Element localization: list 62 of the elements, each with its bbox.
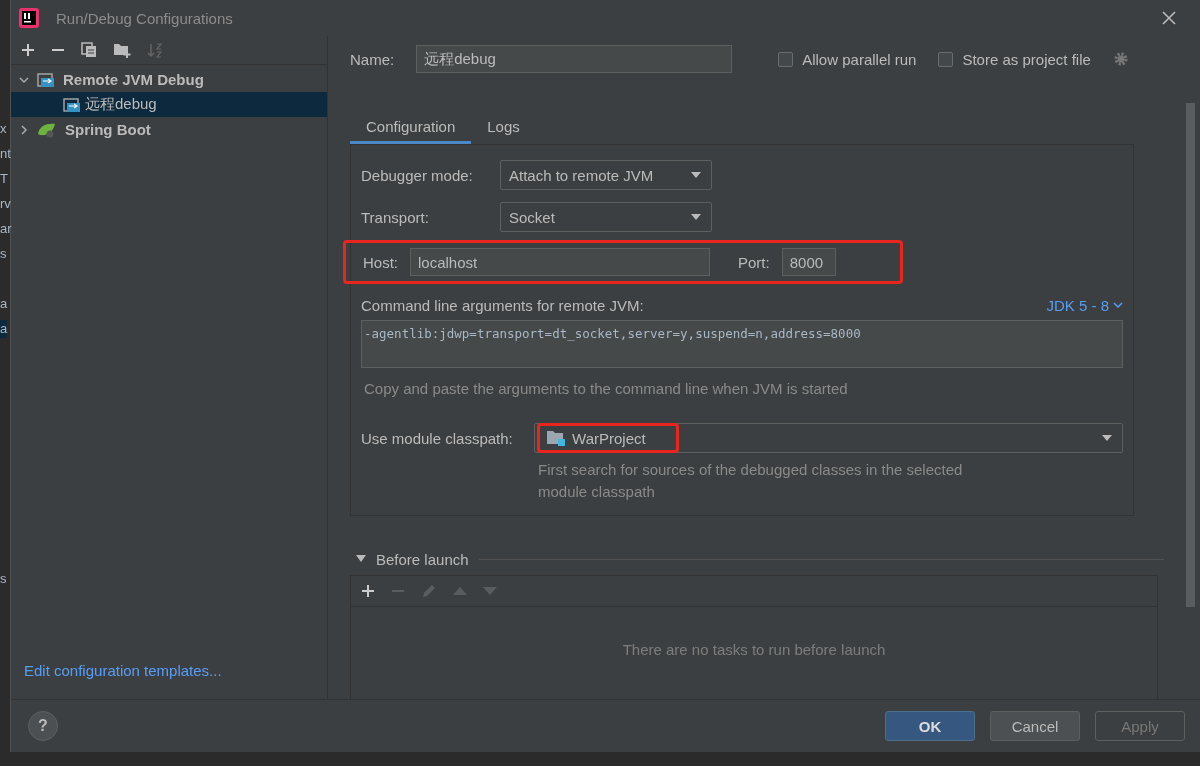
port-field[interactable]: 8000 [781, 248, 836, 276]
editor-text: rv [0, 195, 11, 213]
add-icon[interactable] [21, 43, 35, 57]
debugger-mode-label: Debugger mode: [361, 166, 474, 184]
transport-dropdown[interactable]: Socket [500, 202, 712, 232]
help-button[interactable]: ? [28, 711, 58, 741]
module-classpath-dropdown[interactable]: WarProject [534, 423, 1123, 453]
add-icon[interactable] [361, 584, 375, 598]
checkbox-label: Allow parallel run [802, 50, 917, 68]
before-launch-title: Before launch [376, 550, 469, 568]
dropdown-arrow-icon [691, 172, 701, 178]
editor-text: T [0, 170, 8, 188]
editor-text: s [0, 570, 7, 588]
editor-text: nt [0, 145, 11, 163]
tree-item[interactable]: 远程debug [11, 92, 327, 117]
close-icon[interactable] [1162, 11, 1176, 25]
leaf-icon [37, 121, 57, 138]
name-field[interactable]: 远程debug [416, 45, 733, 73]
checkbox[interactable] [778, 51, 794, 67]
transport-label: Transport: [361, 208, 430, 226]
module-classpath-label: Use module classpath: [361, 429, 514, 447]
editor-text: x [0, 120, 7, 138]
window-title: Run/Debug Configurations [56, 9, 234, 27]
copy-icon[interactable] [81, 42, 97, 58]
dropdown-arrow-icon [1102, 435, 1112, 441]
tree-item[interactable]: Spring Boot [11, 117, 327, 142]
gear-icon[interactable] [1112, 51, 1129, 67]
command-line-label: Command line arguments for remote JVM: [361, 296, 644, 314]
command-line-hint: Copy and paste the arguments to the command line when JVM is started [364, 380, 849, 397]
module-name: WarProject [572, 429, 646, 447]
tree-item[interactable]: Remote JVM Debug [11, 67, 327, 92]
remote-debug-icon [63, 96, 81, 113]
editor-text: a [0, 320, 8, 338]
collapse-triangle-icon[interactable] [356, 555, 366, 563]
editor-text: ar [0, 220, 12, 238]
debugger-mode-dropdown[interactable]: Attach to remote JVM [500, 160, 712, 190]
host-field[interactable]: localhost [410, 248, 710, 276]
tab[interactable]: Configuration [350, 111, 472, 144]
name-label: Name: [350, 50, 395, 68]
checkbox-label: Store as project file [962, 50, 1091, 68]
checkbox[interactable] [938, 51, 954, 67]
remote-debug-icon [37, 71, 55, 88]
edit-templates-link[interactable]: Edit configuration templates... [11, 662, 327, 699]
dialog-button[interactable]: Cancel [990, 711, 1080, 741]
dropdown-arrow-icon [691, 214, 701, 220]
chevron-icon[interactable] [19, 74, 29, 85]
jdk-version-dropdown[interactable]: JDK 5 - 8 [1046, 296, 1123, 314]
module-classpath-hint: First search for sources of the debugged classes in the selected module classpath [538, 460, 964, 502]
host-label: Host: [363, 253, 398, 271]
port-label: Port: [738, 253, 770, 271]
tab[interactable]: Logs [471, 111, 536, 144]
scrollbar[interactable] [1186, 103, 1195, 607]
editor-text: s [0, 245, 7, 263]
editor-text: a [0, 295, 8, 313]
command-line-field[interactable]: -agentlib:jdwp=transport=dt_socket,server=y,suspend=n,address=8000 [361, 320, 1123, 368]
dialog-button[interactable]: OK [885, 711, 975, 741]
folder-add-icon[interactable] [113, 42, 131, 58]
chevron-icon[interactable] [19, 124, 29, 135]
app-logo-icon [19, 8, 39, 28]
module-folder-icon [546, 430, 567, 446]
chevron-icon [1113, 301, 1123, 309]
empty-tasks-message: There are no tasks to run before launch [621, 641, 887, 658]
